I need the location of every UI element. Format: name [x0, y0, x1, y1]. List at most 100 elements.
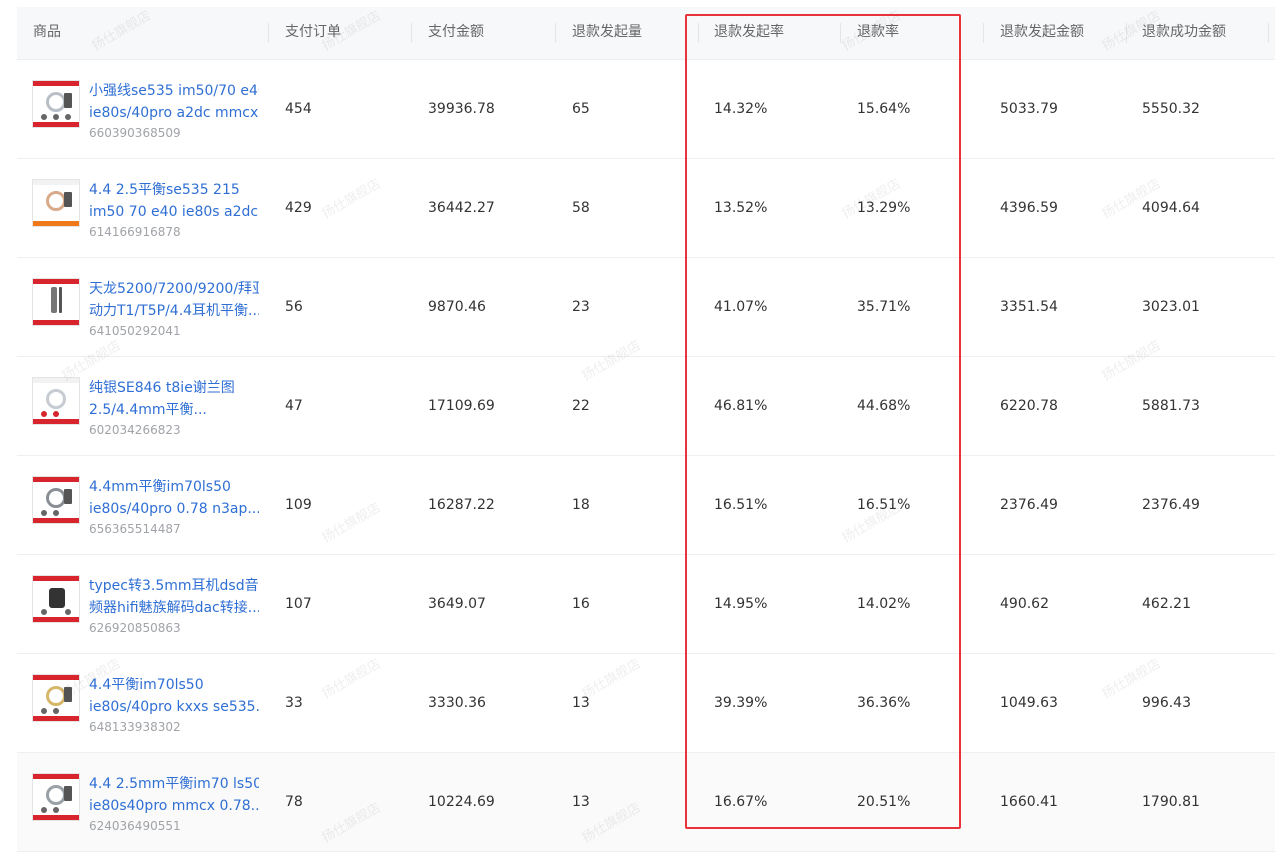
refund-init-amount-cell: 6220.78	[1000, 398, 1058, 414]
paid-amount-cell: 3649.07	[428, 596, 486, 612]
refund-init-rate-cell: 16.67%	[714, 794, 768, 810]
product-id: 648133938302	[89, 720, 181, 734]
refund-init-rate-cell: 16.51%	[714, 497, 768, 513]
paid-amount-cell: 16287.22	[428, 497, 495, 513]
paid-orders-cell: 109	[285, 497, 312, 513]
refund-success-amount-cell: 462.21	[1142, 596, 1191, 612]
refund-init-rate-cell: 14.32%	[714, 101, 768, 117]
product-id: 624036490551	[89, 819, 181, 833]
paid-orders-cell: 78	[285, 794, 303, 810]
col-header-refund-success-amount[interactable]: 退款成功金额	[1142, 7, 1226, 59]
product-id: 660390368509	[89, 126, 181, 140]
refund-data-table: 商品 支付订单 支付金额 退款发起量 退款发起率 退款率 退款发起金额 退款成功…	[17, 7, 1275, 852]
refund-success-amount-cell: 1790.81	[1142, 794, 1200, 810]
product-name-link[interactable]: 小强线se535 im50/70 e40 ie80s/40pro a2dc mmc…	[89, 80, 259, 124]
product-thumbnail[interactable]	[32, 674, 80, 722]
refund-success-amount-cell: 5881.73	[1142, 398, 1200, 414]
column-divider	[698, 23, 699, 43]
refund-success-amount-cell: 5550.32	[1142, 101, 1200, 117]
product-name-link[interactable]: 4.4 2.5平衡se535 215 im50 70 e40 ie80s a2dc…	[89, 179, 259, 223]
refund-success-amount-cell: 4094.64	[1142, 200, 1200, 216]
product-id: 602034266823	[89, 423, 181, 437]
product-id: 614166916878	[89, 225, 181, 239]
table-row: typec转3.5mm耳机dsd音 频器hifi魅族解码dac转接... 6269…	[17, 555, 1275, 654]
product-name-link[interactable]: 4.4 2.5mm平衡im70 ls50 ie80s40pro mmcx 0.78…	[89, 773, 259, 817]
refund-init-amount-cell: 490.62	[1000, 596, 1049, 612]
refund-init-amount-cell: 3351.54	[1000, 299, 1058, 315]
paid-amount-cell: 10224.69	[428, 794, 495, 810]
refund-init-amount-cell: 2376.49	[1000, 497, 1058, 513]
table-row: 4.4mm平衡im70ls50 ie80s/40pro 0.78 n3ap... …	[17, 456, 1275, 555]
refund-success-amount-cell: 2376.49	[1142, 497, 1200, 513]
product-thumbnail[interactable]	[32, 278, 80, 326]
refund-init-rate-cell: 46.81%	[714, 398, 768, 414]
refund-count-cell: 13	[572, 794, 590, 810]
product-name-link[interactable]: 纯银SE846 t8ie谢兰图 2.5/4.4mm平衡...	[89, 377, 259, 421]
refund-rate-cell: 16.51%	[857, 497, 911, 513]
refund-count-cell: 23	[572, 299, 590, 315]
table-row: 4.4 2.5平衡se535 215 im50 70 e40 ie80s a2dc…	[17, 159, 1275, 258]
product-thumbnail[interactable]	[32, 476, 80, 524]
refund-success-amount-cell: 3023.01	[1142, 299, 1200, 315]
refund-count-cell: 18	[572, 497, 590, 513]
product-name-link[interactable]: typec转3.5mm耳机dsd音 频器hifi魅族解码dac转接...	[89, 575, 259, 619]
refund-rate-cell: 13.29%	[857, 200, 911, 216]
refund-init-amount-cell: 5033.79	[1000, 101, 1058, 117]
refund-rate-cell: 20.51%	[857, 794, 911, 810]
refund-success-amount-cell: 996.43	[1142, 695, 1191, 711]
refund-init-amount-cell: 1049.63	[1000, 695, 1058, 711]
paid-orders-cell: 33	[285, 695, 303, 711]
paid-amount-cell: 9870.46	[428, 299, 486, 315]
refund-count-cell: 65	[572, 101, 590, 117]
refund-rate-cell: 44.68%	[857, 398, 911, 414]
table-row: 纯银SE846 t8ie谢兰图 2.5/4.4mm平衡... 6020342668…	[17, 357, 1275, 456]
refund-rate-cell: 35.71%	[857, 299, 911, 315]
refund-rate-cell: 15.64%	[857, 101, 911, 117]
product-thumbnail[interactable]	[32, 179, 80, 227]
column-divider	[268, 23, 269, 43]
product-thumbnail[interactable]	[32, 575, 80, 623]
paid-orders-cell: 56	[285, 299, 303, 315]
product-name-link[interactable]: 4.4平衡im70ls50 ie80s/40pro kxxs se535...	[89, 674, 259, 718]
column-divider	[411, 23, 412, 43]
refund-init-rate-cell: 13.52%	[714, 200, 768, 216]
refund-rate-cell: 36.36%	[857, 695, 911, 711]
refund-init-amount-cell: 4396.59	[1000, 200, 1058, 216]
paid-amount-cell: 36442.27	[428, 200, 495, 216]
column-divider	[1268, 23, 1269, 43]
column-divider	[983, 23, 984, 43]
paid-amount-cell: 3330.36	[428, 695, 486, 711]
refund-init-amount-cell: 1660.41	[1000, 794, 1058, 810]
col-header-paid-amount[interactable]: 支付金额	[428, 7, 484, 59]
col-header-refund-count[interactable]: 退款发起量	[572, 7, 642, 59]
refund-init-rate-cell: 41.07%	[714, 299, 768, 315]
paid-orders-cell: 454	[285, 101, 312, 117]
refund-init-rate-cell: 39.39%	[714, 695, 768, 711]
column-divider	[555, 23, 556, 43]
paid-amount-cell: 17109.69	[428, 398, 495, 414]
table-header: 商品 支付订单 支付金额 退款发起量 退款发起率 退款率 退款发起金额 退款成功…	[17, 7, 1275, 60]
col-header-refund-init-rate[interactable]: 退款发起率	[714, 7, 784, 59]
col-header-refund-rate[interactable]: 退款率	[857, 7, 899, 59]
refund-count-cell: 16	[572, 596, 590, 612]
table-row: 4.4 2.5mm平衡im70 ls50 ie80s40pro mmcx 0.78…	[17, 753, 1275, 852]
paid-orders-cell: 429	[285, 200, 312, 216]
product-thumbnail[interactable]	[32, 80, 80, 128]
refund-count-cell: 13	[572, 695, 590, 711]
col-header-paid-orders[interactable]: 支付订单	[285, 7, 341, 59]
col-header-product[interactable]: 商品	[33, 7, 61, 59]
product-thumbnail[interactable]	[32, 377, 80, 425]
column-divider	[840, 23, 841, 43]
product-name-link[interactable]: 天龙5200/7200/9200/拜亚 动力T1/T5P/4.4耳机平衡...	[89, 278, 259, 322]
paid-amount-cell: 39936.78	[428, 101, 495, 117]
refund-rate-cell: 14.02%	[857, 596, 911, 612]
product-name-link[interactable]: 4.4mm平衡im70ls50 ie80s/40pro 0.78 n3ap...	[89, 476, 259, 520]
product-id: 641050292041	[89, 324, 181, 338]
col-header-refund-init-amount[interactable]: 退款发起金额	[1000, 7, 1084, 59]
paid-orders-cell: 107	[285, 596, 312, 612]
product-thumbnail[interactable]	[32, 773, 80, 821]
refund-count-cell: 58	[572, 200, 590, 216]
table-row: 4.4平衡im70ls50 ie80s/40pro kxxs se535... 6…	[17, 654, 1275, 753]
column-divider	[1126, 23, 1127, 43]
table-row: 小强线se535 im50/70 e40 ie80s/40pro a2dc mmc…	[17, 60, 1275, 159]
